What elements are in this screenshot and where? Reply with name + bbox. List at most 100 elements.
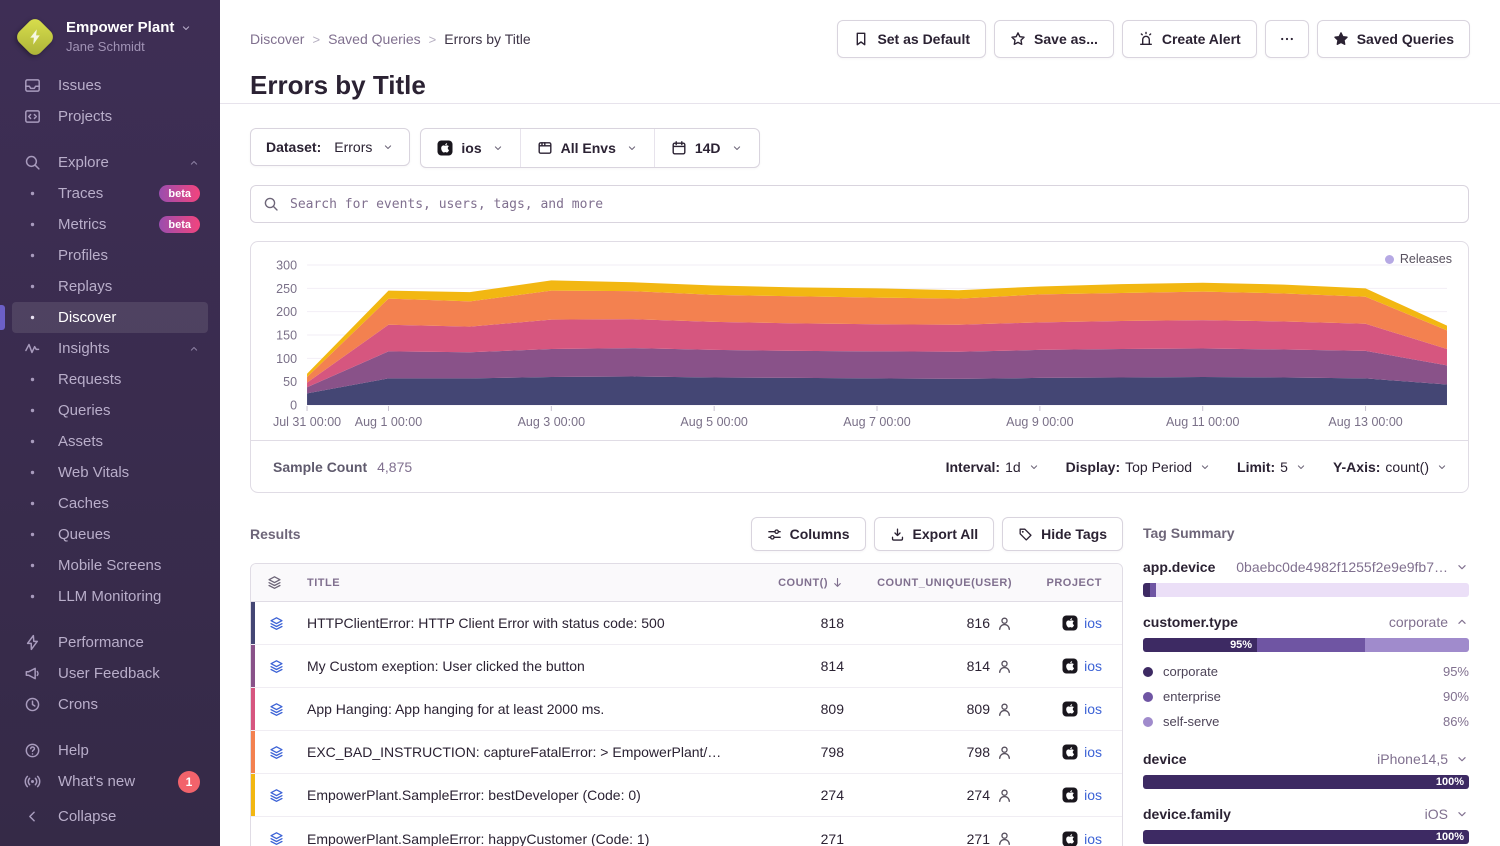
sidebar-item-assets[interactable]: Assets — [12, 426, 208, 457]
table-header: TITLECOUNT() COUNT_UNIQUE(USER) PROJECT — [251, 564, 1122, 602]
chevron-down-icon[interactable] — [1455, 807, 1469, 821]
row-title[interactable]: EmpowerPlant.SampleError: happyCustomer … — [297, 831, 734, 846]
search-bar[interactable] — [250, 185, 1469, 223]
column-header-project[interactable]: PROJECT — [1022, 577, 1122, 589]
results-table: TITLECOUNT() COUNT_UNIQUE(USER) PROJECT HTT… — [250, 563, 1123, 846]
sidebar-item-discover[interactable]: Discover — [12, 302, 208, 333]
sidebar-item-mobile-screens[interactable]: Mobile Screens — [12, 550, 208, 581]
y-axis-dropdown[interactable]: Y-Axis:count() — [1333, 459, 1448, 475]
column-header-title[interactable]: TITLE — [297, 577, 734, 589]
dataset-dropdown[interactable]: Dataset: Errors — [250, 128, 410, 166]
sidebar-item-issues[interactable]: Issues — [12, 70, 208, 101]
sidebar-item-web-vitals[interactable]: Web Vitals — [12, 457, 208, 488]
hide-tags-button[interactable]: Hide Tags — [1002, 517, 1123, 551]
row-title[interactable]: EXC_BAD_INSTRUCTION: captureFatalError: … — [297, 744, 734, 760]
row-title[interactable]: EmpowerPlant.SampleError: bestDeveloper … — [297, 787, 734, 803]
sidebar-item-collapse[interactable]: Collapse — [12, 801, 208, 832]
saved-queries-button[interactable]: Saved Queries — [1317, 20, 1470, 58]
breadcrumb-errors-by-title: Errors by Title — [444, 31, 530, 47]
project-link[interactable]: ios — [1084, 787, 1102, 803]
display-dropdown[interactable]: Display:Top Period — [1066, 459, 1211, 475]
chevron-up-icon[interactable] — [188, 157, 200, 169]
breadcrumb-saved-queries[interactable]: Saved Queries — [328, 31, 421, 47]
chevron-down-icon[interactable] — [1455, 752, 1469, 766]
limit-dropdown[interactable]: Limit:5 — [1237, 459, 1307, 475]
sidebar-item-insights[interactable]: Insights — [12, 333, 208, 364]
chevron-up-icon[interactable] — [188, 343, 200, 355]
user-icon — [997, 745, 1012, 760]
column-header-count-unique-user[interactable]: COUNT_UNIQUE(USER) — [854, 577, 1022, 589]
org-switcher[interactable]: Empower Plant Jane Schmidt — [0, 12, 220, 70]
create-alert-button[interactable]: Create Alert — [1122, 20, 1257, 58]
series-color-strip — [251, 645, 255, 687]
project-dropdown[interactable]: ios — [421, 129, 519, 167]
tag-list: app.device0baebc0de4982f1255f2e9e9fb7… cu… — [1143, 559, 1469, 846]
sidebar-item-projects[interactable]: Projects — [12, 101, 208, 132]
columns-button[interactable]: Columns — [751, 517, 866, 551]
sidebar-item-profiles[interactable]: Profiles — [12, 240, 208, 271]
tag-header[interactable]: device.familyiOS — [1143, 806, 1469, 822]
row-project: ios — [1022, 701, 1122, 717]
tag-bar-segment — [1143, 583, 1150, 597]
column-label: COUNT_UNIQUE(USER) — [877, 577, 1012, 589]
stack-icon[interactable] — [251, 831, 297, 846]
project-link[interactable]: ios — [1084, 701, 1102, 717]
tag-header[interactable]: customer.typecorporate — [1143, 614, 1469, 630]
table-row: EmpowerPlant.SampleError: happyCustomer … — [251, 817, 1122, 846]
sidebar-item-queries[interactable]: Queries — [12, 395, 208, 426]
sidebar-item-traces[interactable]: Tracesbeta — [12, 178, 208, 209]
stack-icon[interactable] — [251, 745, 297, 760]
tag-header[interactable]: deviceiPhone14,5 — [1143, 751, 1469, 767]
save-as-button[interactable]: Save as... — [994, 20, 1114, 58]
sidebar-item-user-feedback[interactable]: User Feedback — [12, 658, 208, 689]
sidebar-item-explore[interactable]: Explore — [12, 147, 208, 178]
row-title[interactable]: My Custom exeption: User clicked the but… — [297, 658, 734, 674]
sidebar-item-what-s-new[interactable]: What's new1 — [12, 766, 208, 797]
search-input[interactable] — [288, 196, 1456, 213]
button-label: Export All — [913, 526, 979, 542]
sidebar-item-requests[interactable]: Requests — [12, 364, 208, 395]
filter-bar: Dataset: Errors ios All Envs 14D — [250, 128, 1469, 168]
sidebar-item-label: Profiles — [58, 247, 108, 264]
sidebar-item-replays[interactable]: Replays — [12, 271, 208, 302]
sidebar-item-performance[interactable]: Performance — [12, 627, 208, 658]
project-link[interactable]: ios — [1084, 615, 1102, 631]
control-label: Y-Axis: — [1333, 459, 1380, 475]
tag-name: customer.type — [1143, 614, 1238, 630]
tag-breakdown-row[interactable]: corporate95% — [1143, 659, 1469, 684]
project-link[interactable]: ios — [1084, 831, 1102, 846]
more-options-button[interactable] — [1265, 20, 1309, 58]
dot-icon — [22, 402, 42, 419]
series-color-strip — [251, 774, 255, 816]
export-all-button[interactable]: Export All — [874, 517, 995, 551]
date-range-dropdown[interactable]: 14D — [654, 129, 759, 167]
chevron-down-icon[interactable] — [1455, 560, 1469, 574]
project-link[interactable]: ios — [1084, 658, 1102, 674]
row-title[interactable]: HTTPClientError: HTTP Client Error with … — [297, 615, 734, 631]
sidebar-item-crons[interactable]: Crons — [12, 689, 208, 720]
stack-icon[interactable] — [251, 702, 297, 717]
sidebar-item-metrics[interactable]: Metricsbeta — [12, 209, 208, 240]
tag-breakdown-row[interactable]: self-serve86% — [1143, 709, 1469, 734]
sidebar-item-llm-monitoring[interactable]: LLM Monitoring — [12, 581, 208, 612]
sidebar-item-caches[interactable]: Caches — [12, 488, 208, 519]
tag-header[interactable]: app.device0baebc0de4982f1255f2e9e9fb7… — [1143, 559, 1469, 575]
org-name[interactable]: Empower Plant — [66, 19, 192, 38]
stack-icon[interactable] — [251, 788, 297, 803]
sidebar-item-help[interactable]: Help — [12, 735, 208, 766]
environment-dropdown[interactable]: All Envs — [520, 129, 654, 167]
chart-legend[interactable]: Releases — [1385, 252, 1452, 266]
breadcrumb-discover[interactable]: Discover — [250, 31, 304, 47]
sidebar-item-queues[interactable]: Queues — [12, 519, 208, 550]
tag-breakdown-row[interactable]: enterprise90% — [1143, 684, 1469, 709]
stack-icon[interactable] — [251, 616, 297, 631]
project-link[interactable]: ios — [1084, 744, 1102, 760]
set-as-default-button[interactable]: Set as Default — [837, 20, 986, 58]
stack-icon[interactable] — [251, 659, 297, 674]
ellipsis-icon — [1279, 31, 1295, 47]
chevron-up-icon[interactable] — [1455, 615, 1469, 629]
column-header-count[interactable]: COUNT() — [734, 576, 854, 589]
row-title[interactable]: App Hanging: App hanging for at least 20… — [297, 701, 734, 717]
interval-dropdown[interactable]: Interval:1d — [946, 459, 1040, 475]
page-title: Errors by Title — [250, 70, 1470, 101]
